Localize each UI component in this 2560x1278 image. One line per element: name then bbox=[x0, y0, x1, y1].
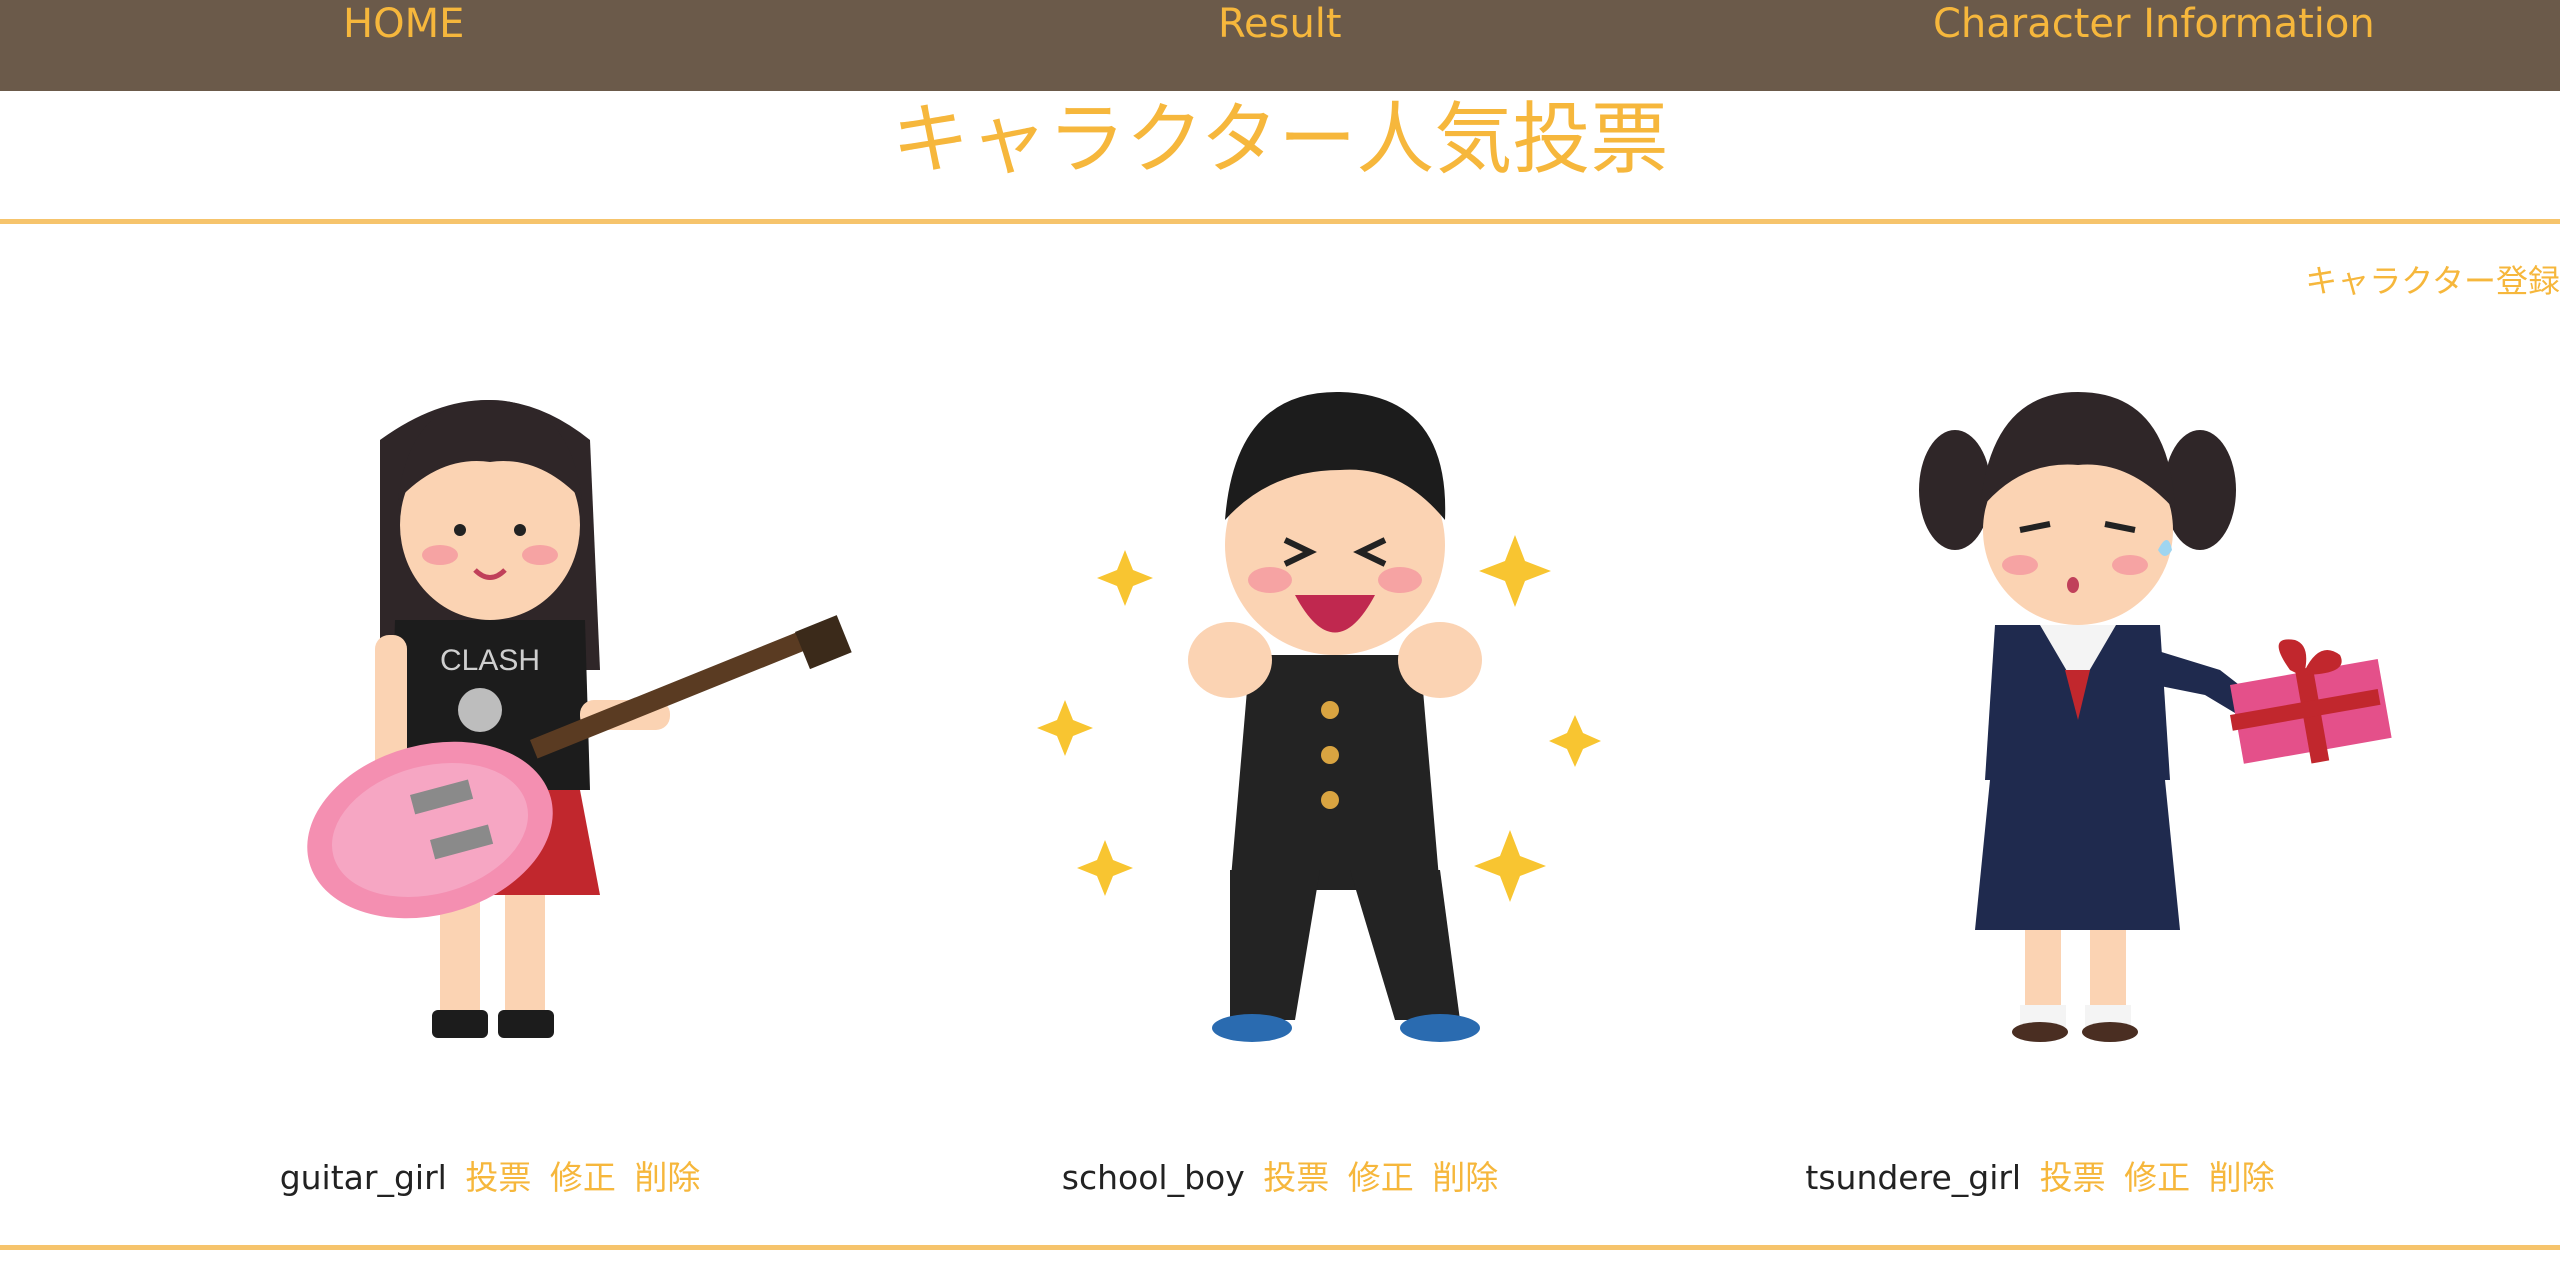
bottom-divider bbox=[0, 1245, 2560, 1250]
character-name: guitar_girl bbox=[279, 1158, 447, 1197]
title-divider bbox=[0, 219, 2560, 224]
nav-result-link[interactable]: Result bbox=[1218, 0, 1342, 48]
edit-link[interactable]: 修正 bbox=[550, 1158, 616, 1197]
vote-link[interactable]: 投票 bbox=[1263, 1158, 1329, 1197]
character-register-link[interactable]: キャラクター登録 bbox=[2305, 261, 2560, 301]
guitar-girl-caption: guitar_girl 投票 修正 削除 bbox=[110, 1158, 870, 1198]
page-title: キャラクター人気投票 bbox=[891, 95, 1669, 185]
edit-link[interactable]: 修正 bbox=[2124, 1158, 2190, 1197]
school-boy-caption: school_boy 投票 修正 削除 bbox=[900, 1158, 1660, 1198]
school-boy-illustration bbox=[900, 370, 1660, 1070]
vote-link[interactable]: 投票 bbox=[465, 1158, 531, 1197]
character-card-guitar-girl: CLASH guitar_girl 投票 修正 削除 bbox=[110, 370, 870, 1210]
delete-link[interactable]: 削除 bbox=[2209, 1158, 2275, 1197]
edit-link[interactable]: 修正 bbox=[1348, 1158, 1414, 1197]
svg-text:CLASH: CLASH bbox=[440, 644, 540, 677]
vote-link[interactable]: 投票 bbox=[2040, 1158, 2106, 1197]
delete-link[interactable]: 削除 bbox=[634, 1158, 700, 1197]
top-navbar: HOME Result Character Information bbox=[0, 0, 2560, 91]
character-card-school-boy: school_boy 投票 修正 削除 bbox=[900, 370, 1660, 1210]
tsundere-girl-caption: tsundere_girl 投票 修正 削除 bbox=[1660, 1158, 2420, 1198]
character-card-tsundere-girl: tsundere_girl 投票 修正 削除 bbox=[1660, 370, 2420, 1210]
character-name: tsundere_girl bbox=[1805, 1158, 2022, 1197]
guitar-girl-illustration: CLASH bbox=[110, 370, 870, 1070]
tsundere-girl-illustration bbox=[1660, 370, 2420, 1070]
delete-link[interactable]: 削除 bbox=[1432, 1158, 1498, 1197]
nav-home-link[interactable]: HOME bbox=[343, 0, 464, 48]
character-name: school_boy bbox=[1061, 1158, 1245, 1197]
nav-character-information-link[interactable]: Character Information bbox=[1933, 0, 2375, 48]
